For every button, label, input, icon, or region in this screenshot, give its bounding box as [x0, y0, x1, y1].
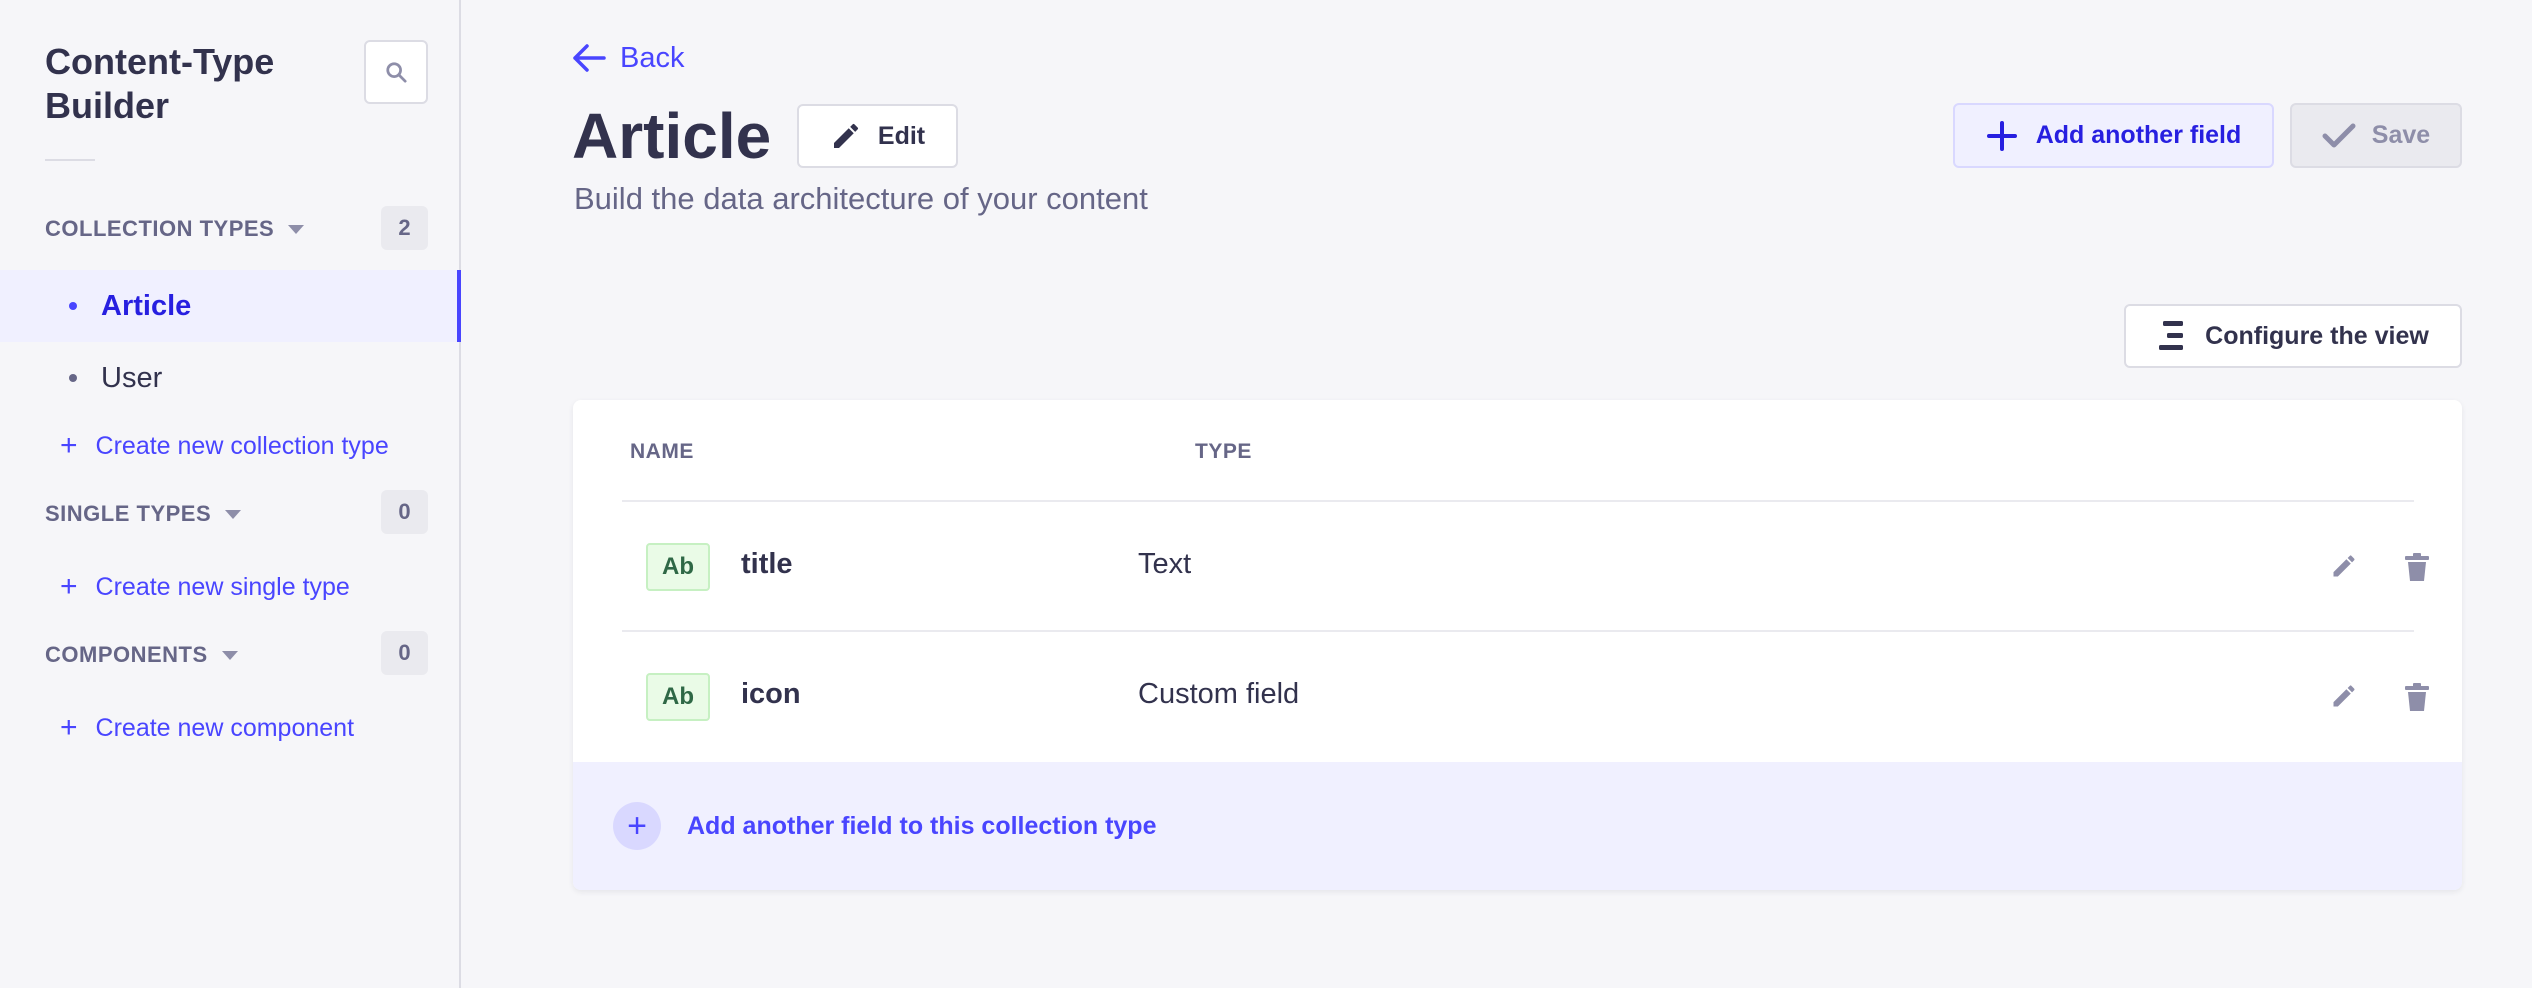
collection-types-count-badge: 2 — [381, 206, 428, 250]
single-types-count-badge: 0 — [381, 490, 428, 534]
column-header-type: TYPE — [1195, 440, 1252, 463]
sidebar-item-article[interactable]: Article — [0, 270, 461, 342]
edit-field-button[interactable] — [2330, 682, 2358, 715]
trash-icon — [2405, 683, 2429, 711]
table-row: Ab icon Custom field — [622, 632, 2429, 762]
caret-down-icon — [225, 509, 242, 519]
add-field-to-collection-label: Add another field to this collection typ… — [687, 811, 1157, 840]
components-count-badge: 0 — [381, 631, 428, 675]
save-button[interactable]: Save — [2290, 103, 2462, 168]
plus-icon: + — [60, 570, 78, 603]
sidebar-search-button[interactable] — [364, 40, 428, 104]
arrow-left-icon — [573, 44, 606, 72]
create-collection-type-link[interactable]: + Create new collection type — [60, 426, 389, 466]
add-field-to-collection-button[interactable]: + Add another field to this collection t… — [573, 762, 2462, 890]
sidebar-item-label: User — [101, 361, 163, 394]
column-header-name: NAME — [630, 440, 694, 463]
field-name: title — [741, 548, 793, 580]
pencil-icon — [2333, 685, 2355, 707]
delete-field-button[interactable] — [2404, 552, 2430, 587]
fields-table: NAME TYPE Ab title Text Ab icon Custom f… — [573, 400, 2462, 890]
sidebar-title: Content-Type Builder — [45, 41, 275, 126]
sidebar-item-label: Article — [101, 289, 192, 322]
section-collection-types-toggle[interactable]: COLLECTION TYPES — [45, 207, 305, 251]
field-type: Custom field — [1138, 678, 1300, 710]
trash-icon — [2405, 553, 2429, 581]
check-icon — [2322, 123, 2356, 147]
edit-button[interactable]: Edit — [797, 104, 958, 168]
text-field-type-badge: Ab — [646, 543, 710, 591]
page-title: Article — [572, 100, 772, 172]
caret-down-icon — [288, 224, 305, 234]
table-row: Ab title Text — [622, 502, 2429, 632]
sidebar-item-user[interactable]: User — [0, 342, 461, 414]
section-label: COMPONENTS — [45, 642, 208, 667]
plus-icon: + — [60, 429, 78, 462]
bullet-icon — [69, 374, 77, 382]
create-label: Create new single type — [95, 572, 350, 601]
plus-icon: + — [60, 711, 78, 744]
search-icon — [386, 62, 407, 83]
bullet-icon — [69, 302, 77, 310]
edit-label: Edit — [877, 121, 926, 150]
sidebar-divider — [45, 159, 95, 161]
field-name: icon — [741, 678, 801, 710]
edit-field-button[interactable] — [2330, 552, 2358, 585]
pencil-icon — [2333, 555, 2355, 577]
back-link[interactable]: Back — [572, 38, 684, 78]
configure-view-button[interactable]: Configure the view — [2124, 304, 2462, 368]
create-label: Create new component — [95, 713, 355, 742]
create-single-type-link[interactable]: + Create new single type — [60, 567, 350, 607]
pencil-icon — [833, 123, 858, 148]
text-field-type-badge: Ab — [646, 673, 710, 721]
add-field-label: Add another field — [2035, 121, 2242, 149]
section-single-types-toggle[interactable]: SINGLE TYPES — [45, 492, 242, 536]
field-type: Text — [1138, 548, 1192, 580]
configure-label: Configure the view — [2205, 321, 2429, 350]
add-another-field-button[interactable]: Add another field — [1953, 103, 2274, 168]
section-label: COLLECTION TYPES — [45, 216, 275, 241]
back-label: Back — [620, 41, 685, 74]
page-subtitle: Build the data architecture of your cont… — [574, 181, 1148, 216]
save-label: Save — [2371, 121, 2431, 149]
section-components-toggle[interactable]: COMPONENTS — [45, 633, 238, 677]
list-settings-icon — [2159, 321, 2184, 350]
plus-icon — [1986, 120, 2017, 151]
caret-down-icon — [221, 650, 238, 660]
plus-circle-icon: + — [613, 802, 661, 850]
delete-field-button[interactable] — [2404, 682, 2430, 717]
section-label: SINGLE TYPES — [45, 501, 212, 526]
create-component-link[interactable]: + Create new component — [60, 708, 354, 748]
create-label: Create new collection type — [95, 431, 389, 460]
sidebar: Content-Type Builder COLLECTION TYPES 2 … — [0, 0, 461, 988]
